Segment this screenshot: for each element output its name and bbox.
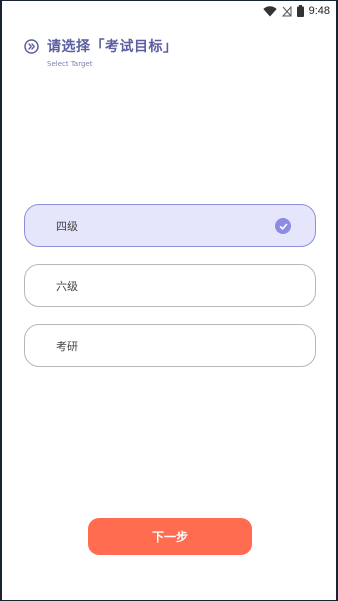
- option-label: 考研: [56, 339, 78, 353]
- target-options: 四级 六级 考研: [24, 204, 316, 384]
- page-title: 请选择「考试目标」: [47, 39, 178, 55]
- check-icon: [275, 218, 291, 234]
- option-postgraduate[interactable]: 考研: [24, 324, 316, 367]
- battery-icon: [296, 5, 304, 17]
- next-button[interactable]: 下一步: [88, 518, 252, 555]
- status-time: 9:48: [308, 5, 330, 17]
- status-bar: 9:48: [0, 0, 338, 22]
- option-cet4[interactable]: 四级: [24, 204, 316, 247]
- no-signal-icon: [281, 5, 292, 17]
- double-chevron-right-icon: [24, 38, 39, 54]
- page-header: 请选择「考试目标」 Select Target: [24, 36, 178, 68]
- page-subtitle: Select Target: [47, 60, 93, 68]
- option-cet6[interactable]: 六级: [24, 264, 316, 307]
- wifi-icon: [262, 5, 277, 17]
- option-label: 四级: [56, 219, 78, 233]
- option-label: 六级: [56, 279, 78, 293]
